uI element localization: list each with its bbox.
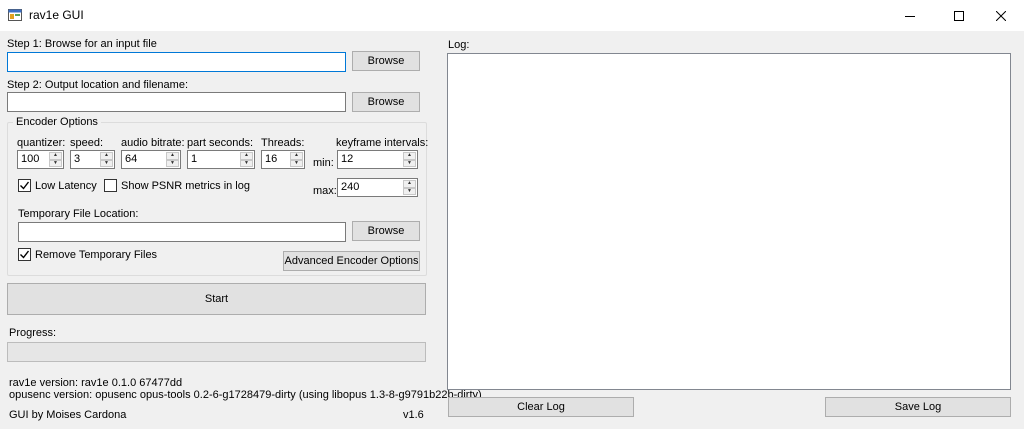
spin-up-icon[interactable]: ▲ [290, 152, 303, 160]
temp-location-label: Temporary File Location: [18, 208, 139, 220]
advanced-encoder-options-button[interactable]: Advanced Encoder Options [283, 251, 420, 271]
speed-stepper[interactable]: 3 ▲ ▼ [70, 150, 115, 169]
temp-browse-button[interactable]: Browse [352, 221, 420, 241]
encoder-options-title: Encoder Options [13, 116, 101, 128]
rav1e-version-text: rav1e version: rav1e 0.1.0 67477dd [9, 377, 183, 389]
spin-down-icon[interactable]: ▼ [100, 159, 113, 167]
spin-down-icon[interactable]: ▼ [240, 159, 253, 167]
spin-up-icon[interactable]: ▲ [403, 152, 416, 160]
quantizer-value: 100 [21, 153, 40, 165]
checkmark-icon [20, 181, 30, 190]
step1-label: Step 1: Browse for an input file [7, 38, 157, 50]
threads-label: Threads: [261, 137, 305, 149]
quantizer-stepper[interactable]: 100 ▲ ▼ [17, 150, 64, 169]
input-browse-button[interactable]: Browse [352, 51, 420, 71]
version-text: v1.6 [403, 409, 424, 421]
low-latency-checkbox[interactable] [18, 179, 31, 192]
keyframe-min-stepper[interactable]: 12 ▲ ▼ [337, 150, 418, 169]
low-latency-label: Low Latency [35, 180, 97, 192]
clear-log-button[interactable]: Clear Log [448, 397, 634, 417]
step2-label: Step 2: Output location and filename: [7, 79, 189, 91]
app-icon [8, 8, 22, 22]
title-bar [0, 0, 1024, 31]
quantizer-label: quantizer: [17, 137, 66, 149]
spin-down-icon[interactable]: ▼ [403, 187, 416, 195]
checkmark-icon [20, 250, 30, 259]
show-psnr-checkbox[interactable] [104, 179, 117, 192]
spin-down-icon[interactable]: ▼ [166, 159, 179, 167]
remove-temp-checkbox[interactable] [18, 248, 31, 261]
close-icon [996, 10, 1006, 21]
maximize-icon [954, 10, 964, 21]
keyframe-max-stepper[interactable]: 240 ▲ ▼ [337, 178, 418, 197]
author-text: GUI by Moises Cardona [9, 409, 127, 421]
progress-label: Progress: [9, 327, 57, 339]
part-seconds-value: 1 [191, 153, 198, 165]
opusenc-version-text: opusenc version: opusenc opus-tools 0.2-… [9, 389, 482, 401]
log-label: Log: [448, 39, 470, 51]
progress-bar [7, 342, 426, 362]
close-button[interactable] [978, 0, 1024, 31]
spin-up-icon[interactable]: ▲ [166, 152, 179, 160]
remove-temp-label: Remove Temporary Files [35, 249, 158, 261]
speed-label: speed: [70, 137, 104, 149]
speed-value: 3 [74, 153, 81, 165]
spin-down-icon[interactable]: ▼ [49, 159, 62, 167]
keyframe-min-value: 12 [341, 153, 354, 165]
audio-bitrate-value: 64 [125, 153, 138, 165]
part-seconds-stepper[interactable]: 1 ▲ ▼ [187, 150, 255, 169]
keyframe-max-label: max: [313, 185, 337, 197]
maximize-button[interactable] [936, 0, 982, 31]
audio-bitrate-label: audio bitrate: [121, 137, 185, 149]
keyframe-max-value: 240 [341, 181, 360, 193]
start-button[interactable]: Start [7, 283, 426, 315]
save-log-button[interactable]: Save Log [825, 397, 1011, 417]
window-title: rav1e GUI [29, 8, 84, 22]
output-browse-button[interactable]: Browse [352, 92, 420, 112]
minimize-button[interactable] [887, 0, 933, 31]
part-seconds-label: part seconds: [187, 137, 254, 149]
audio-bitrate-stepper[interactable]: 64 ▲ ▼ [121, 150, 181, 169]
spin-down-icon[interactable]: ▼ [290, 159, 303, 167]
minimize-icon [905, 15, 915, 17]
keyframe-min-label: min: [313, 157, 334, 169]
spin-up-icon[interactable]: ▲ [240, 152, 253, 160]
keyframe-intervals-label: keyframe intervals: [336, 137, 429, 149]
input-file-field[interactable] [7, 52, 346, 72]
spin-up-icon[interactable]: ▲ [49, 152, 62, 160]
temp-location-field[interactable] [18, 222, 346, 242]
spin-down-icon[interactable]: ▼ [403, 159, 416, 167]
show-psnr-label: Show PSNR metrics in log [121, 180, 250, 192]
spin-up-icon[interactable]: ▲ [403, 180, 416, 188]
log-textarea[interactable] [447, 53, 1011, 390]
threads-value: 16 [265, 153, 278, 165]
spin-up-icon[interactable]: ▲ [100, 152, 113, 160]
output-file-field[interactable] [7, 92, 346, 112]
threads-stepper[interactable]: 16 ▲ ▼ [261, 150, 305, 169]
